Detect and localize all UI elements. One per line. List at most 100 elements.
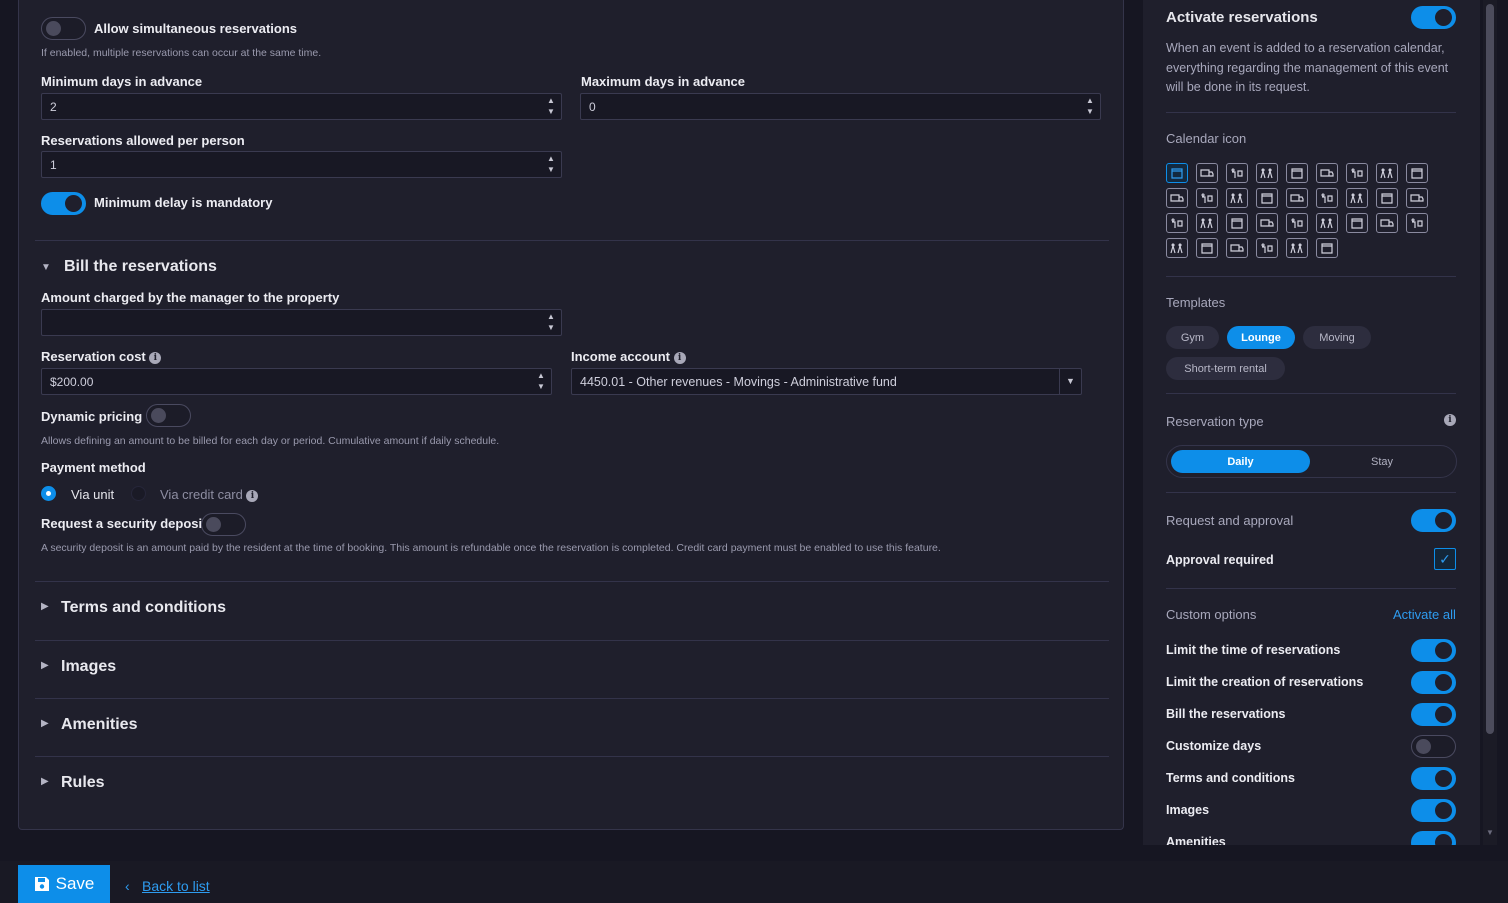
gym-bag-icon[interactable] bbox=[1256, 238, 1278, 258]
max-days-spinner[interactable]: ▲ ▼ bbox=[1084, 96, 1096, 117]
bench-icon[interactable] bbox=[1286, 238, 1308, 258]
rules-section-title[interactable]: Rules bbox=[61, 774, 105, 792]
amount-charged-spinner[interactable]: ▲ ▼ bbox=[545, 312, 557, 333]
via-card-radio[interactable] bbox=[131, 486, 146, 501]
approval-required-checkbox[interactable]: ✓ bbox=[1434, 548, 1456, 570]
caret-right-icon[interactable]: ▶ bbox=[41, 660, 49, 671]
car-icon[interactable] bbox=[1376, 188, 1398, 208]
info-icon[interactable]: i bbox=[149, 352, 162, 364]
divider bbox=[1166, 492, 1456, 493]
building-single-icon[interactable] bbox=[1316, 163, 1338, 183]
sidebar-scrollbar[interactable]: ▼ bbox=[1483, 0, 1497, 845]
save-button[interactable]: Save bbox=[18, 865, 110, 903]
template-moving-chip[interactable]: Moving bbox=[1303, 326, 1371, 349]
box-icon[interactable] bbox=[1226, 188, 1248, 208]
location-pin-icon[interactable] bbox=[1196, 238, 1218, 258]
custom-option-toggle[interactable] bbox=[1411, 767, 1456, 790]
custom-option-label: Images bbox=[1166, 803, 1210, 817]
dumbbell-icon[interactable] bbox=[1406, 163, 1428, 183]
request-approval-toggle[interactable] bbox=[1411, 509, 1456, 532]
keyboard-icon[interactable] bbox=[1346, 213, 1368, 233]
amenities-section-title[interactable]: Amenities bbox=[61, 716, 137, 734]
billing-section-title[interactable]: Bill the reservations bbox=[64, 258, 217, 276]
deposit-toggle[interactable] bbox=[201, 513, 246, 536]
custom-option-toggle[interactable] bbox=[1411, 799, 1456, 822]
simultaneous-toggle[interactable] bbox=[41, 17, 86, 40]
info-icon[interactable]: i bbox=[246, 490, 259, 502]
flag-icon[interactable] bbox=[1316, 188, 1338, 208]
calendar-icon[interactable] bbox=[1166, 163, 1188, 183]
per-person-spinner[interactable]: ▲ ▼ bbox=[545, 154, 557, 175]
office-building-icon[interactable] bbox=[1406, 188, 1428, 208]
gaming-icon[interactable] bbox=[1316, 213, 1338, 233]
scroll-down-icon[interactable]: ▼ bbox=[1486, 828, 1494, 837]
min-days-label: Minimum days in advance bbox=[41, 74, 203, 89]
custom-option-toggle[interactable] bbox=[1411, 735, 1456, 758]
golfer-icon[interactable] bbox=[1226, 238, 1248, 258]
gift-icon[interactable] bbox=[1196, 188, 1218, 208]
back-to-list-link[interactable]: Back to list bbox=[142, 878, 210, 894]
host-icon[interactable] bbox=[1286, 163, 1308, 183]
min-delay-toggle[interactable] bbox=[41, 192, 86, 215]
reservation-cost-spinner[interactable]: ▲ ▼ bbox=[535, 371, 547, 392]
custom-options-label: Custom options bbox=[1166, 607, 1257, 622]
info-icon[interactable]: i bbox=[1444, 414, 1456, 426]
max-days-input[interactable]: 0 ▲ ▼ bbox=[580, 93, 1101, 120]
terms-section-title[interactable]: Terms and conditions bbox=[61, 599, 226, 617]
min-days-value: 2 bbox=[50, 100, 57, 114]
garage-icon[interactable] bbox=[1166, 213, 1188, 233]
type-daily-option[interactable]: Daily bbox=[1171, 450, 1310, 473]
dynamic-pricing-toggle[interactable] bbox=[146, 404, 191, 427]
dynamic-pricing-help: Allows defining an amount to be billed f… bbox=[41, 435, 500, 447]
storage-icon[interactable] bbox=[1226, 213, 1248, 233]
template-lounge-chip[interactable]: Lounge bbox=[1227, 326, 1295, 349]
swimmer-icon[interactable] bbox=[1376, 163, 1398, 183]
skier-icon[interactable] bbox=[1346, 188, 1368, 208]
min-days-input[interactable]: 2 ▲ ▼ bbox=[41, 93, 562, 120]
bicycle-icon[interactable] bbox=[1166, 188, 1188, 208]
activate-all-link[interactable]: Activate all bbox=[1393, 607, 1456, 622]
scrollbar-thumb[interactable] bbox=[1486, 4, 1494, 734]
chevron-down-icon[interactable]: ▼ bbox=[1059, 369, 1081, 394]
door-icon[interactable] bbox=[1196, 213, 1218, 233]
moving-person-icon[interactable] bbox=[1226, 163, 1248, 183]
activate-toggle[interactable] bbox=[1411, 6, 1456, 29]
via-unit-radio[interactable] bbox=[41, 486, 56, 501]
template-short-term-chip[interactable]: Short-term rental bbox=[1166, 357, 1285, 380]
reservation-type-label: Reservation type bbox=[1166, 414, 1264, 429]
caret-right-icon[interactable]: ▶ bbox=[41, 718, 49, 729]
calendar-day-icon[interactable] bbox=[1256, 188, 1278, 208]
min-days-spinner[interactable]: ▲ ▼ bbox=[545, 96, 557, 117]
chevron-left-icon[interactable]: ‹ bbox=[125, 878, 130, 894]
type-stay-option[interactable]: Stay bbox=[1312, 450, 1452, 473]
caret-down-icon[interactable]: ▼ bbox=[41, 262, 51, 273]
divider bbox=[1166, 112, 1456, 113]
template-gym-chip[interactable]: Gym bbox=[1166, 326, 1219, 349]
custom-option-toggle[interactable] bbox=[1411, 639, 1456, 662]
tag-icon[interactable] bbox=[1376, 213, 1398, 233]
divider bbox=[35, 640, 1109, 641]
bed-icon[interactable] bbox=[1166, 238, 1188, 258]
clipboard-icon[interactable] bbox=[1286, 188, 1308, 208]
income-account-select[interactable]: 4450.01 - Other revenues - Movings - Adm… bbox=[571, 368, 1082, 395]
per-person-input[interactable]: 1 ▲ ▼ bbox=[41, 151, 562, 178]
house-icon[interactable] bbox=[1406, 213, 1428, 233]
templates-label: Templates bbox=[1166, 295, 1226, 310]
custom-option-toggle[interactable] bbox=[1411, 703, 1456, 726]
reservation-sidebar: Activate reservations When an event is a… bbox=[1143, 0, 1480, 845]
caret-right-icon[interactable]: ▶ bbox=[41, 601, 49, 612]
bbq-icon[interactable] bbox=[1316, 238, 1338, 258]
reservation-cost-input[interactable]: $200.00 ▲ ▼ bbox=[41, 368, 552, 395]
caret-right-icon[interactable]: ▶ bbox=[41, 776, 49, 787]
income-account-label-text: Income account bbox=[571, 349, 670, 364]
info-icon[interactable]: i bbox=[673, 352, 686, 364]
images-section-title[interactable]: Images bbox=[61, 658, 116, 676]
cinema-icon[interactable] bbox=[1286, 213, 1308, 233]
truck-icon[interactable] bbox=[1196, 163, 1218, 183]
custom-option-toggle[interactable] bbox=[1411, 671, 1456, 694]
binoculars-icon[interactable] bbox=[1256, 213, 1278, 233]
runner-icon[interactable] bbox=[1346, 163, 1368, 183]
amount-charged-input[interactable]: ▲ ▼ bbox=[41, 309, 562, 336]
custom-option-toggle[interactable] bbox=[1411, 831, 1456, 845]
people-icon[interactable] bbox=[1256, 163, 1278, 183]
